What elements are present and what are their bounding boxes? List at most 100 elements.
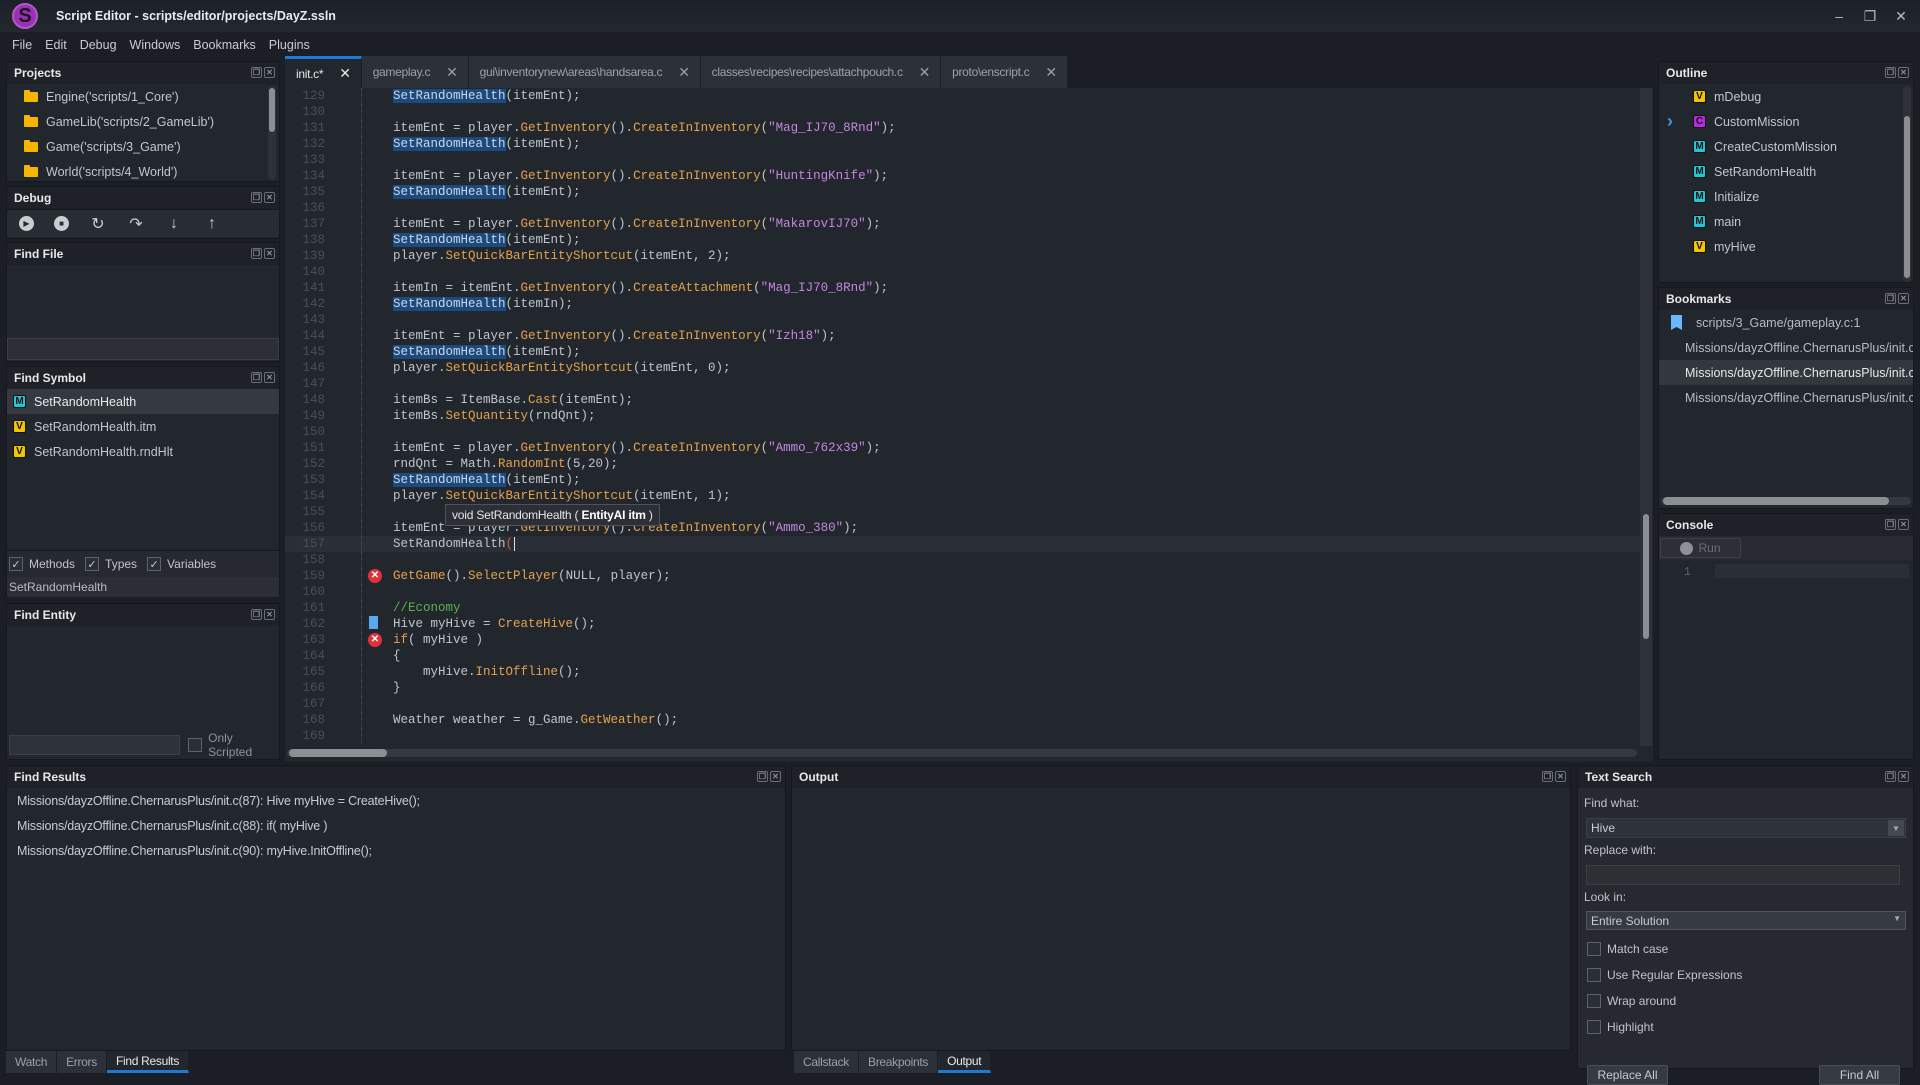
float-icon[interactable]: ❐: [1885, 771, 1896, 782]
outline-item[interactable]: › C CustomMission: [1659, 109, 1913, 134]
gutter[interactable]: [325, 120, 363, 136]
close-icon[interactable]: ✕: [264, 67, 275, 78]
gutter[interactable]: [325, 584, 363, 600]
code-line[interactable]: 145 SetRandomHealth(itemEnt);: [285, 344, 1640, 360]
code-line[interactable]: 146 player.SetQuickBarEntityShortcut(ite…: [285, 360, 1640, 376]
code-line[interactable]: 169: [285, 728, 1640, 744]
code-line[interactable]: 160: [285, 584, 1640, 600]
step-over-icon[interactable]: ↷: [127, 215, 145, 233]
step-out-icon[interactable]: ↑: [203, 215, 221, 233]
gutter[interactable]: [325, 296, 363, 312]
find-all-button[interactable]: Find All: [1819, 1065, 1900, 1085]
code-line[interactable]: 149 itemBs.SetQuantity(rndQnt);: [285, 408, 1640, 424]
outline-item[interactable]: M CreateCustomMission: [1659, 134, 1913, 159]
bottom-tab-output[interactable]: Output: [938, 1051, 992, 1073]
float-icon[interactable]: ❐: [251, 67, 262, 78]
bottom-tab-callstack[interactable]: Callstack: [794, 1051, 859, 1073]
code-line[interactable]: 166 }: [285, 680, 1640, 696]
float-icon[interactable]: ❐: [251, 248, 262, 259]
close-icon[interactable]: ✕: [264, 192, 275, 203]
code-line[interactable]: 139 player.SetQuickBarEntityShortcut(ite…: [285, 248, 1640, 264]
close-tab-icon[interactable]: ✕: [678, 64, 690, 81]
float-icon[interactable]: ❐: [1885, 67, 1896, 78]
code-line[interactable]: 133: [285, 152, 1640, 168]
chevron-right-icon[interactable]: ›: [1667, 111, 1693, 132]
code-line[interactable]: 148 itemBs = ItemBase.Cast(itemEnt);: [285, 392, 1640, 408]
checkbox[interactable]: ✓: [85, 557, 100, 571]
gutter[interactable]: [325, 344, 363, 360]
code-line[interactable]: 165 myHive.InitOffline();: [285, 664, 1640, 680]
code-line[interactable]: 162 Hive myHive = CreateHive();: [285, 616, 1640, 632]
outline-item[interactable]: VmDebug: [1659, 84, 1913, 109]
option-wrap-around[interactable]: Wrap around: [1587, 988, 1742, 1014]
editor-tab[interactable]: gameplay.c ✕: [361, 56, 469, 88]
checkbox[interactable]: ✓: [9, 557, 23, 571]
editor-hscrollbar[interactable]: [287, 749, 1637, 757]
gutter[interactable]: [325, 184, 363, 200]
code-line[interactable]: 135 SetRandomHealth(itemEnt);: [285, 184, 1640, 200]
project-item[interactable]: World('scripts/4_World'): [7, 159, 279, 184]
gutter[interactable]: [325, 88, 363, 104]
gutter[interactable]: [325, 360, 363, 376]
code-line[interactable]: 144 itemEnt = player.GetInventory().Crea…: [285, 328, 1640, 344]
project-item[interactable]: GameLib('scripts/2_GameLib'): [7, 109, 279, 134]
option-use-regular-expressions[interactable]: Use Regular Expressions: [1587, 962, 1742, 988]
close-icon[interactable]: ✕: [770, 771, 781, 782]
code-line[interactable]: 153 SetRandomHealth(itemEnt);: [285, 472, 1640, 488]
code-line[interactable]: 152 rndQnt = Math.RandomInt(5,20);: [285, 456, 1640, 472]
float-icon[interactable]: ❐: [1885, 519, 1896, 530]
menu-file[interactable]: File: [12, 38, 32, 52]
close-icon[interactable]: ✕: [1898, 67, 1909, 78]
gutter[interactable]: [325, 168, 363, 184]
menu-debug[interactable]: Debug: [80, 38, 117, 52]
code-line[interactable]: 154 player.SetQuickBarEntityShortcut(ite…: [285, 488, 1640, 504]
filter-methods[interactable]: ✓ Methods: [9, 557, 75, 571]
editor-tab[interactable]: gui\inventorynew\areas\handsarea.c ✕: [468, 56, 701, 88]
code-line[interactable]: 143: [285, 312, 1640, 328]
gutter[interactable]: [325, 616, 378, 632]
gutter[interactable]: [325, 328, 363, 344]
code-line[interactable]: 142 SetRandomHealth(itemIn);: [285, 296, 1640, 312]
close-icon[interactable]: ✕: [264, 372, 275, 383]
replace-all-button[interactable]: Replace All: [1587, 1065, 1668, 1085]
outline-item[interactable]: Mmain: [1659, 209, 1913, 234]
symbol-result[interactable]: M SetRandomHealth: [7, 389, 279, 414]
stop-icon[interactable]: ■: [54, 216, 69, 231]
bookmarks-hscrollbar[interactable]: [1661, 497, 1911, 505]
code-line[interactable]: 163 ✕ if( myHive ): [285, 632, 1640, 648]
close-icon[interactable]: ✕: [264, 248, 275, 259]
error-icon[interactable]: ✕: [368, 569, 382, 583]
find-what-combobox[interactable]: Hive ▼: [1586, 818, 1906, 838]
close-tab-icon[interactable]: ✕: [1045, 64, 1057, 81]
gutter[interactable]: [325, 488, 363, 504]
project-item[interactable]: Engine('scripts/1_Core'): [7, 84, 279, 109]
code-line[interactable]: 151 itemEnt = player.GetInventory().Crea…: [285, 440, 1640, 456]
bookmark-item[interactable]: scripts/3_Game/gameplay.c:1: [1659, 310, 1913, 335]
gutter[interactable]: [325, 520, 363, 536]
code-line[interactable]: 161 //Economy: [285, 600, 1640, 616]
bookmark-item[interactable]: Missions/dayzOffline.ChernarusPlus/init.…: [1659, 335, 1913, 360]
only-scripted-checkbox[interactable]: [188, 738, 203, 752]
gutter[interactable]: [325, 680, 363, 696]
float-icon[interactable]: ❐: [251, 609, 262, 620]
gutter[interactable]: [325, 440, 363, 456]
code-line[interactable]: 130: [285, 104, 1640, 120]
gutter[interactable]: [325, 376, 363, 392]
symbol-result[interactable]: V SetRandomHealth.itm: [7, 414, 279, 439]
code-line[interactable]: 138 SetRandomHealth(itemEnt);: [285, 232, 1640, 248]
outline-item[interactable]: M SetRandomHealth: [1659, 159, 1913, 184]
float-icon[interactable]: ❐: [1885, 293, 1896, 304]
close-icon[interactable]: ✕: [264, 609, 275, 620]
bookmark-icon[interactable]: [369, 616, 378, 629]
gutter[interactable]: [325, 728, 363, 744]
gutter[interactable]: [325, 232, 363, 248]
code-line[interactable]: 159 ✕ GetGame().SelectPlayer(NULL, player…: [285, 568, 1640, 584]
close-icon[interactable]: ✕: [1898, 519, 1909, 530]
editor-vscrollbar[interactable]: [1640, 88, 1652, 746]
find-result-item[interactable]: Missions/dayzOffline.ChernarusPlus/init.…: [7, 788, 785, 813]
bookmark-item[interactable]: Missions/dayzOffline.ChernarusPlus/init.…: [1659, 385, 1913, 410]
bottom-tab-errors[interactable]: Errors: [57, 1051, 107, 1073]
code-line[interactable]: 131 itemEnt = player.GetInventory().Crea…: [285, 120, 1640, 136]
code-line[interactable]: 132 SetRandomHealth(itemEnt);: [285, 136, 1640, 152]
project-item[interactable]: Game('scripts/3_Game'): [7, 134, 279, 159]
